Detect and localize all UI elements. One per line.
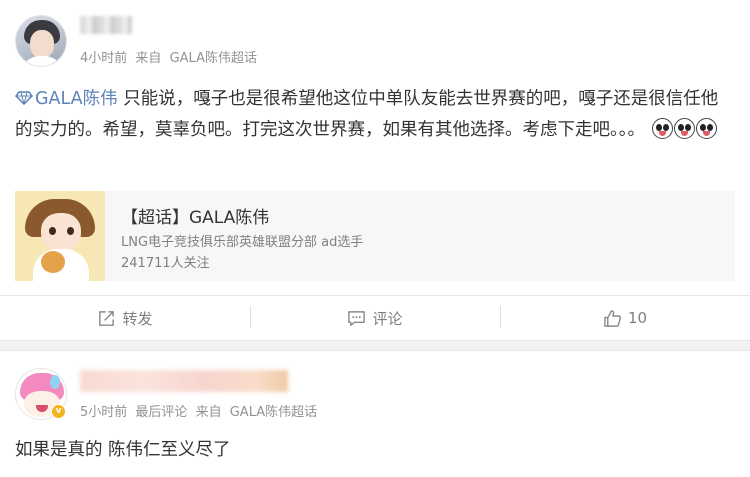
repost-icon [99, 310, 115, 326]
doge-emoji-icon [651, 118, 673, 139]
post-time: 5小时前 [80, 405, 128, 420]
card-title: 【超话】GALA陈伟 [121, 208, 270, 228]
like-count: 10 [627, 309, 648, 327]
comment-icon [348, 310, 366, 326]
post-meta: 5小时前 最后评论 来自 GALA陈伟超话 [80, 401, 321, 420]
like-button[interactable]: 10 [500, 296, 750, 340]
thumbs-up-icon [604, 309, 621, 327]
card-subtitle: LNG电子竞技俱乐部英雄联盟分部 ad选手 [121, 235, 364, 250]
repost-label: 转发 [122, 309, 153, 328]
action-bar: 转发 评论 10 [0, 296, 750, 340]
super-topic-image [15, 191, 105, 281]
comment-button[interactable]: 评论 [250, 296, 500, 340]
card-followers: 241711人关注 [121, 256, 210, 271]
post-card: 4小时前 来自 GALA陈伟超话 GALA陈伟 只能说，嘎子也是很希望他这位中单… [0, 0, 750, 340]
post-body-text: 只能说，嘎子也是很希望他这位中单队友能去世界赛的吧，嘎子还是很信任他的实力的。希… [15, 89, 719, 140]
diamond-icon [15, 91, 33, 105]
post-body: 如果是真的 陈伟仁至义尽了 [15, 440, 231, 460]
topic-link-label: GALA陈伟 [35, 89, 118, 109]
feed-separator [0, 340, 750, 351]
last-comment-label: 最后评论 [135, 405, 188, 420]
post-meta: 4小时前 来自 GALA陈伟超话 [80, 47, 261, 66]
verified-badge-icon: v [51, 404, 66, 419]
source-link[interactable]: GALA陈伟超话 [230, 405, 317, 420]
source-prefix: 来自 [135, 51, 162, 66]
comment-label: 评论 [372, 309, 403, 328]
source-link[interactable]: GALA陈伟超话 [170, 51, 257, 66]
username-blurred[interactable] [80, 16, 132, 34]
super-topic-card[interactable]: 【超话】GALA陈伟 LNG电子竞技俱乐部英雄联盟分部 ad选手 241711人… [15, 191, 735, 281]
source-prefix: 来自 [195, 405, 222, 420]
avatar[interactable] [15, 15, 67, 67]
username-blurred[interactable] [80, 370, 288, 392]
repost-button[interactable]: 转发 [0, 296, 250, 340]
topic-link[interactable]: GALA陈伟 [15, 89, 118, 109]
doge-emoji-icon [673, 118, 695, 139]
post-time: 4小时前 [80, 51, 128, 66]
doge-emoji-icon [695, 118, 717, 139]
post-body: GALA陈伟 只能说，嘎子也是很希望他这位中单队友能去世界赛的吧，嘎子还是很信任… [15, 84, 735, 146]
